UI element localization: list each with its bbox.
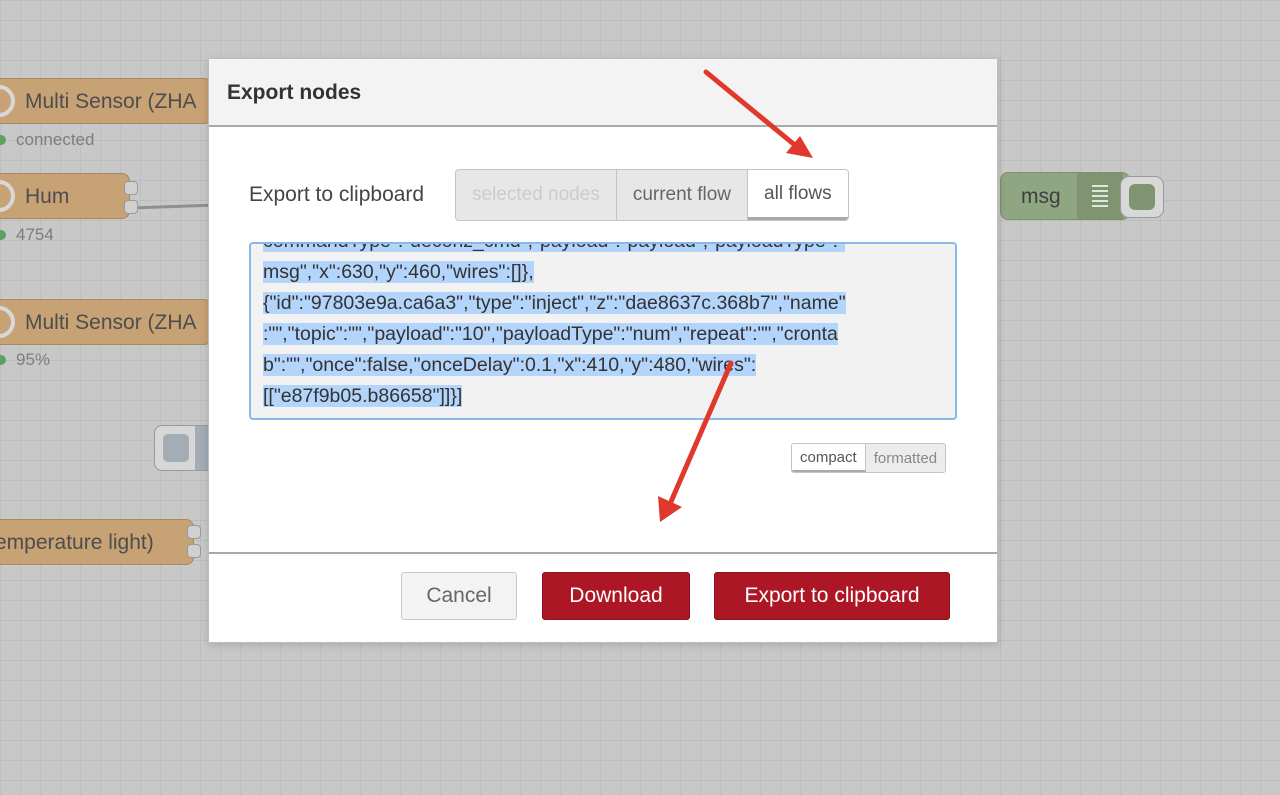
status-dot-icon [0, 230, 6, 240]
node-status: connected [0, 130, 94, 150]
code-line: b":"","once":false,"onceDelay":0.1,"x":4… [263, 354, 757, 376]
code-line: msg","x":630,"y":460,"wires":[]}, [263, 261, 534, 283]
node-status: 4754 [0, 225, 54, 245]
tab-selected-nodes[interactable]: selected nodes [456, 170, 617, 220]
tab-current-flow[interactable]: current flow [616, 170, 749, 220]
flow-node-hum[interactable]: Hum [0, 173, 130, 219]
status-dot-icon [0, 355, 6, 365]
output-port[interactable] [124, 181, 138, 195]
export-nodes-dialog: Export nodes Export to clipboard selecte… [208, 58, 998, 643]
code-line: :"","topic":"","payload":"10","payloadTy… [263, 323, 838, 345]
flow-node-debug-msg[interactable]: msg [1000, 172, 1130, 220]
code-line: commandType":"deconz_cmd","payload":"pay… [263, 244, 846, 257]
export-scope-tabs: selected nodes current flow all flows [455, 169, 849, 221]
tab-formatted[interactable]: formatted [865, 444, 946, 472]
export-json-textarea[interactable]: commandType":"deconz_cmd","payload":"pay… [249, 242, 957, 420]
node-status-text: 95% [16, 350, 51, 369]
node-icon [0, 306, 15, 338]
node-icon [0, 180, 15, 212]
export-label: Export to clipboard [249, 183, 425, 206]
cancel-button[interactable]: Cancel [401, 572, 517, 620]
node-icon [163, 434, 189, 462]
download-button[interactable]: Download [542, 572, 690, 620]
format-tabs: compact formatted [791, 443, 947, 473]
output-port[interactable] [124, 200, 138, 214]
node-status-text: 4754 [16, 225, 54, 244]
debug-toggle-button[interactable] [1120, 176, 1164, 218]
dialog-footer-divider [209, 552, 997, 554]
node-label: emperature light) [0, 531, 154, 554]
list-lines-icon [1077, 173, 1123, 219]
json-text: commandType":"deconz_cmd","payload":"pay… [263, 244, 846, 412]
node-status-text: connected [16, 130, 95, 149]
dialog-title: Export nodes [227, 81, 362, 104]
connection-wire [137, 203, 211, 210]
flow-node-temperature-light[interactable]: emperature light) [0, 519, 194, 565]
flow-node-multi-sensor-1[interactable]: Multi Sensor (ZHA [0, 78, 212, 124]
dialog-header: Export nodes [209, 59, 997, 127]
node-status: 95% [0, 350, 50, 370]
tab-compact[interactable]: compact [792, 444, 866, 472]
node-label: Multi Sensor (ZHA [25, 90, 197, 113]
status-dot-icon [0, 135, 6, 145]
tab-all-flows[interactable]: all flows [748, 170, 848, 220]
input-port[interactable] [187, 525, 201, 539]
flow-node-small[interactable] [154, 425, 215, 471]
code-line: [["e87f9b05.b86658"]]}] [263, 385, 463, 407]
code-line: {"id":"97803e9a.ca6a3","type":"inject","… [263, 292, 846, 314]
node-label: msg [1021, 185, 1061, 208]
node-label: Hum [25, 185, 70, 208]
export-to-clipboard-button[interactable]: Export to clipboard [714, 572, 950, 620]
output-port[interactable] [187, 544, 201, 558]
flow-node-multi-sensor-2[interactable]: Multi Sensor (ZHA [0, 299, 212, 345]
node-icon [0, 85, 15, 117]
node-label: Multi Sensor (ZHA [25, 311, 197, 334]
toggle-knob-icon [1129, 184, 1155, 210]
